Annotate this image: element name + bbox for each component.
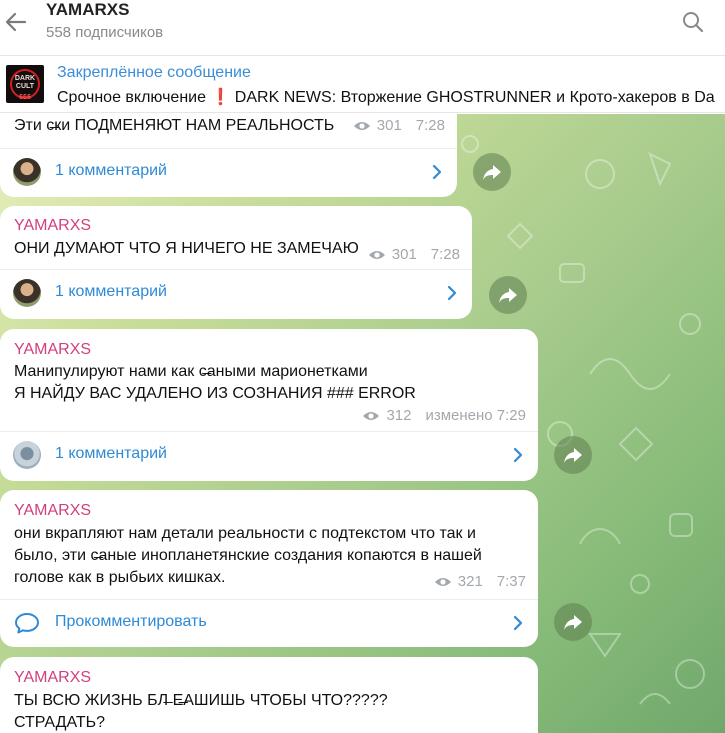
arrow-left-icon [5, 12, 27, 32]
message-time: 7:28 [430, 246, 460, 263]
subscriber-count: 558 подписчиков [46, 24, 164, 41]
search-button[interactable] [679, 8, 707, 36]
forward-button[interactable] [554, 436, 592, 474]
leave-comment-link[interactable]: Прокомментировать [0, 600, 538, 646]
forward-button[interactable] [554, 603, 592, 641]
pinned-message-bar[interactable]: DARK CULT 666 Закреплённое сообщение Сро… [0, 57, 725, 113]
pinned-title: Закреплённое сообщение [57, 64, 251, 81]
eye-icon [363, 411, 380, 420]
forward-button[interactable] [489, 276, 527, 314]
chevron-right-icon [447, 285, 457, 301]
view-count: 312 [386, 407, 412, 424]
chevron-right-icon [513, 447, 523, 463]
pinned-thumbnail: DARK CULT 666 [6, 65, 44, 103]
message-text-line: было, эти с̶аные инопланетянские создани… [14, 547, 482, 564]
avatar [13, 158, 41, 186]
comment-count: 1 комментарий [55, 283, 167, 300]
pinned-preview: Срочное включение ❗ DARK NEWS: Вторжение… [57, 89, 715, 106]
forward-button[interactable] [473, 153, 511, 191]
message-time: изменено 7:29 [425, 407, 526, 424]
eye-icon [368, 250, 385, 259]
message-author[interactable]: YAMARXS [14, 341, 91, 359]
message-text-line: голове как в рыбьих кишках. [14, 569, 226, 586]
message-author[interactable]: YAMARXS [14, 669, 91, 687]
share-icon [499, 288, 517, 303]
channel-title[interactable]: YAMARXS [46, 0, 129, 20]
message-time: 7:28 [415, 117, 445, 134]
message-text: ОНИ ДУМАЮТ ЧТО Я НИЧЕГО НЕ ЗАМЕЧАЮ [14, 240, 359, 257]
message-bubble[interactable]: YAMARXS они вкрапляют нам детали реально… [0, 490, 538, 647]
message-bubble[interactable]: YAMARXS ОНИ ДУМАЮТ ЧТО Я НИЧЕГО НЕ ЗАМЕЧ… [0, 206, 472, 319]
back-button[interactable] [4, 8, 28, 36]
message-meta: 321 7:37 [434, 573, 526, 590]
share-icon [564, 448, 582, 463]
message-author[interactable]: YAMARXS [14, 217, 91, 235]
message-text-line: Я НАЙДУ ВАС УДАЛЕНО ИЗ СОЗНАНИЯ ### ERRO… [14, 385, 416, 402]
message-text-line: они вкрапляют нам детали реальности с по… [14, 525, 476, 542]
message-bubble[interactable]: YAMARXS Манипулируют нами как с̶аными ма… [0, 329, 538, 481]
message-author[interactable]: YAMARXS [14, 502, 91, 520]
comment-count: 1 комментарий [55, 162, 167, 179]
comments-link[interactable]: 1 комментарий [0, 270, 472, 316]
message-bubble[interactable]: YAMARXS ТЫ ВСЮ ЖИЗНЬ БЛ̶ Е̶АШИШЬ ЧТОБЫ Ч… [0, 657, 538, 733]
comment-bubble-icon [15, 613, 39, 634]
exclamation-icon: ❗ [210, 89, 231, 106]
message-meta: 301 7:28 [353, 117, 445, 134]
message-time: 7:37 [496, 573, 526, 590]
share-icon [564, 615, 582, 630]
comment-count: 1 комментарий [55, 445, 167, 462]
chevron-right-icon [432, 164, 442, 180]
comments-link[interactable]: 1 комментарий [0, 432, 538, 478]
share-icon [483, 165, 501, 180]
view-count: 301 [391, 246, 417, 263]
message-list[interactable]: Эти с̶ки ПОДМЕНЯЮТ НАМ РЕАЛЬНОСТЬ 301 7:… [0, 114, 725, 733]
channel-header: YAMARXS 558 подписчиков [0, 0, 725, 56]
view-count: 301 [376, 117, 402, 134]
comments-link[interactable]: 1 комментарий [0, 149, 457, 195]
message-text: Эти с̶ки ПОДМЕНЯЮТ НАМ РЕАЛЬНОСТЬ [14, 117, 335, 134]
message-text-line: ТЫ ВСЮ ЖИЗНЬ БЛ̶ Е̶АШИШЬ ЧТОБЫ ЧТО????? [14, 692, 388, 709]
comment-prompt: Прокомментировать [55, 613, 207, 630]
message-text-line: СТРАДАТЬ? [14, 714, 106, 731]
search-icon [683, 12, 704, 33]
avatar [13, 279, 41, 307]
message-text-line: Манипулируют нами как с̶аными марионетка… [14, 363, 368, 380]
eye-icon [353, 121, 370, 130]
view-count: 321 [457, 573, 483, 590]
chevron-right-icon [513, 615, 523, 631]
message-bubble[interactable]: Эти с̶ки ПОДМЕНЯЮТ НАМ РЕАЛЬНОСТЬ 301 7:… [0, 114, 457, 197]
eye-icon [434, 577, 451, 586]
message-meta: 312 изменено 7:29 [362, 407, 526, 424]
message-meta: 301 7:28 [368, 246, 460, 263]
avatar [13, 441, 41, 469]
